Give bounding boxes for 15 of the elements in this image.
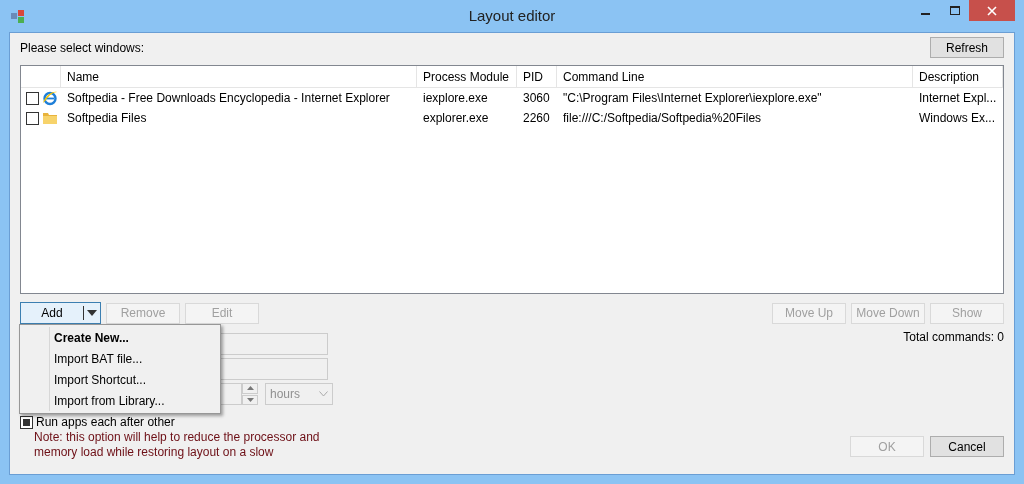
table-cell-text: explorer.exe <box>422 110 490 127</box>
checkbox-label: Run apps each after other <box>36 415 175 429</box>
table-cell-text: 3060 <box>522 90 551 107</box>
window-title: Layout editor <box>467 7 557 24</box>
table-cell-text: "C:\Program Files\Internet Explorer\iexplore.exe" <box>562 90 823 107</box>
table-cell-text: Softpedia - Free Downloads Encyclopedia - Internet Explorer <box>66 90 391 107</box>
table-cell-text: 2260 <box>522 110 551 127</box>
table-cell-text: iexplore.exe <box>422 90 489 107</box>
prompt-label: Please select windows: <box>20 40 145 55</box>
table-cell-text: Softpedia Files <box>66 110 148 127</box>
table-cell-text: file:///C:/Softpedia/Softpedia%20Files <box>562 110 763 127</box>
note-text: Note: this option will help to reduce the processor and memory load while restoring layout on a slow <box>34 430 320 460</box>
table-cell-text: Internet Expl... <box>918 90 998 107</box>
total-commands: Total commands: 0 <box>903 330 1004 346</box>
table-cell-text: Windows Ex... <box>918 110 997 127</box>
